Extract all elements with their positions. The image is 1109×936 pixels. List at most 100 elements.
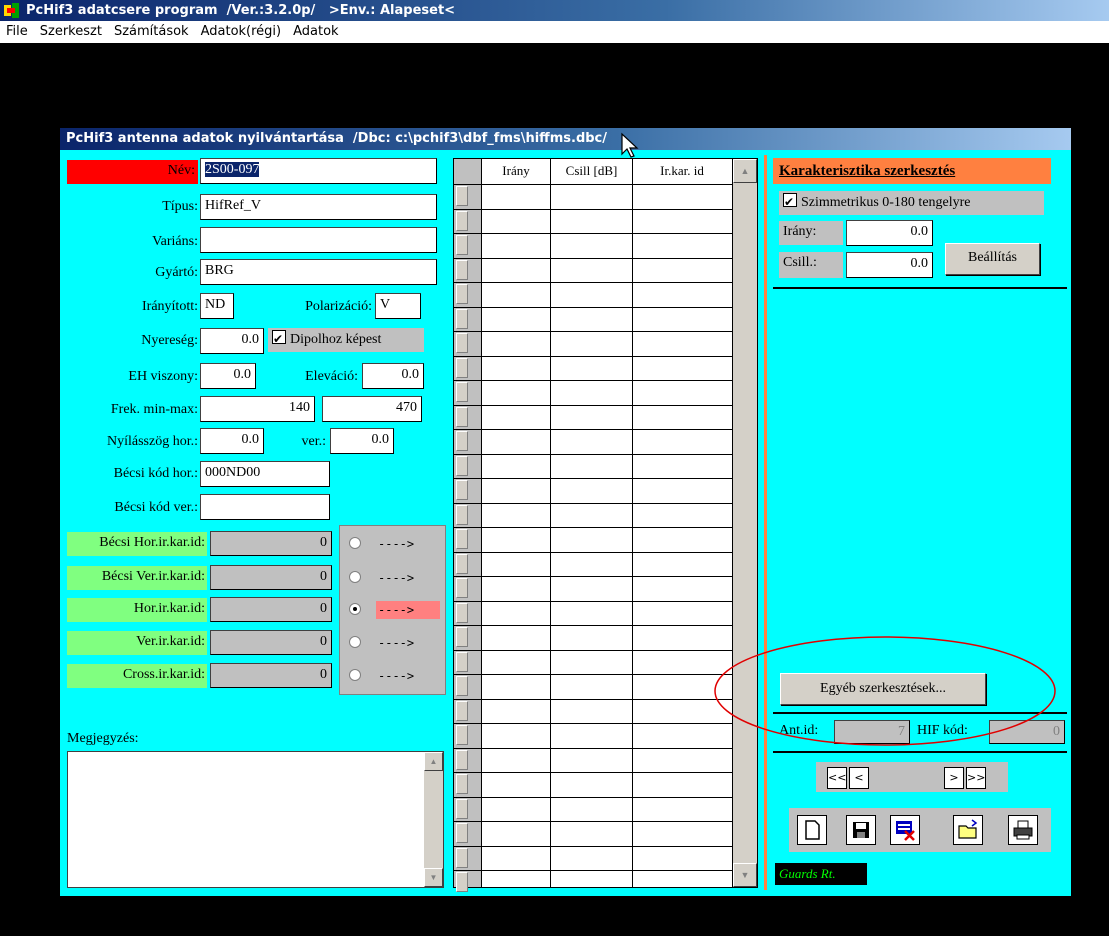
nyilas-ver-field[interactable]: 0.0	[330, 428, 394, 454]
app-logo-icon	[4, 3, 19, 18]
scroll-up-icon[interactable]: ▲	[424, 752, 443, 771]
csill-field[interactable]: 0.0	[846, 252, 933, 278]
karid-arrow-button[interactable]: ---->	[376, 667, 440, 685]
open-button[interactable]	[953, 815, 983, 845]
row-selector[interactable]	[456, 823, 468, 843]
nav-prev-button[interactable]: <	[849, 767, 869, 789]
row-selector[interactable]	[456, 284, 468, 304]
row-selector[interactable]	[456, 382, 468, 402]
karid-value[interactable]: 0	[210, 531, 332, 556]
gyarto-field[interactable]: BRG	[200, 259, 437, 285]
grid-row-line	[454, 674, 733, 675]
grid-column-line	[481, 159, 482, 887]
delete-button[interactable]	[890, 815, 920, 845]
nyilas-hor-field[interactable]: 0.0	[200, 428, 264, 454]
row-selector[interactable]	[456, 872, 468, 892]
row-selector[interactable]	[456, 235, 468, 255]
karid-radio[interactable]	[349, 571, 361, 583]
nav-next-button[interactable]: >	[944, 767, 964, 789]
nev-label: Név:	[67, 160, 198, 184]
col-header-irany[interactable]: Irány	[482, 160, 550, 182]
row-selector[interactable]	[456, 505, 468, 525]
karid-radio[interactable]	[349, 669, 361, 681]
row-selector[interactable]	[456, 309, 468, 329]
nyilas-label: Nyílásszög hor.:	[107, 434, 198, 449]
grid-row-line	[454, 576, 733, 577]
becsi-ver-field[interactable]	[200, 494, 330, 520]
table-scrollbar[interactable]	[733, 159, 757, 887]
karid-radio[interactable]	[349, 636, 361, 648]
karakterisztika-header: Karakterisztika szerkesztés	[773, 158, 1051, 184]
nav-first-button[interactable]: <<	[827, 767, 847, 789]
karid-arrow-button[interactable]: ---->	[376, 634, 440, 652]
scroll-down-icon[interactable]: ▼	[424, 868, 443, 887]
col-header-csill[interactable]: Csill [dB]	[551, 160, 632, 182]
save-button[interactable]	[846, 815, 876, 845]
karid-arrow-button[interactable]: ---->	[376, 569, 440, 587]
row-selector[interactable]	[456, 186, 468, 206]
menu-szerkeszt[interactable]: Szerkeszt	[34, 21, 108, 43]
irany-field[interactable]: 0.0	[846, 220, 933, 246]
row-selector[interactable]	[456, 725, 468, 745]
row-selector[interactable]	[456, 652, 468, 672]
row-selector[interactable]	[456, 578, 468, 598]
row-selector[interactable]	[456, 456, 468, 476]
row-selector[interactable]	[456, 848, 468, 868]
table-scroll-up-icon[interactable]: ▲	[733, 159, 757, 183]
menu-file[interactable]: File	[0, 21, 34, 43]
row-selector[interactable]	[456, 701, 468, 721]
beallitas-button[interactable]: Beállítás	[945, 243, 1040, 275]
app-title-bar: PcHif3 adatcsere program /Ver.:3.2.0p/ >…	[0, 0, 1109, 21]
row-selector[interactable]	[456, 480, 468, 500]
row-selector[interactable]	[456, 627, 468, 647]
row-selector[interactable]	[456, 603, 468, 623]
megjegyzes-textarea[interactable]	[67, 751, 444, 888]
megjegyzes-scrollbar[interactable]	[424, 752, 443, 887]
karid-radio[interactable]	[349, 603, 361, 615]
row-selector[interactable]	[456, 554, 468, 574]
tipus-field[interactable]: HifRef_V	[200, 194, 437, 220]
frek-max-field[interactable]: 470	[322, 396, 422, 422]
row-selector[interactable]	[456, 676, 468, 696]
karid-arrow-button[interactable]: ---->	[376, 601, 440, 619]
karid-value[interactable]: 0	[210, 663, 332, 688]
row-selector[interactable]	[456, 431, 468, 451]
karid-arrow-button[interactable]: ---->	[376, 535, 440, 553]
polarizacio-field[interactable]: V	[375, 293, 421, 319]
varians-field[interactable]	[200, 227, 437, 253]
frek-min-field[interactable]: 140	[200, 396, 315, 422]
row-selector[interactable]	[456, 529, 468, 549]
print-button[interactable]	[1008, 815, 1038, 845]
karid-value[interactable]: 0	[210, 597, 332, 622]
iranyitott-field[interactable]: ND	[200, 293, 234, 319]
new-button[interactable]	[797, 815, 827, 845]
szimmetrikus-checkbox[interactable]: Szimmetrikus 0-180 tengelyre	[779, 190, 1044, 215]
nev-field[interactable]: 2S00-097	[200, 158, 437, 184]
menu-adatok-regi[interactable]: Adatok(régi)	[195, 21, 288, 43]
row-selector[interactable]	[456, 750, 468, 770]
nav-last-button[interactable]: >>	[966, 767, 986, 789]
dipol-checkbox[interactable]: Dipolhoz képest	[268, 327, 424, 352]
gyarto-label: Gyártó:	[155, 265, 198, 280]
eh-field[interactable]: 0.0	[200, 363, 256, 389]
table-scroll-down-icon[interactable]: ▼	[733, 863, 757, 887]
karid-value[interactable]: 0	[210, 565, 332, 590]
nyereseg-field[interactable]: 0.0	[200, 328, 264, 354]
row-selector[interactable]	[456, 333, 468, 353]
row-selector[interactable]	[456, 211, 468, 231]
menu-szamitasok[interactable]: Számítások	[108, 21, 195, 43]
karid-value[interactable]: 0	[210, 630, 332, 655]
col-header-irkarid[interactable]: Ir.kar. id	[633, 160, 731, 182]
menu-adatok[interactable]: Adatok	[287, 21, 344, 43]
elevacio-field[interactable]: 0.0	[362, 363, 424, 389]
row-selector[interactable]	[456, 799, 468, 819]
row-selector[interactable]	[456, 260, 468, 280]
becsi-hor-field[interactable]: 000ND00	[200, 461, 330, 487]
grid-row-line	[454, 527, 733, 528]
row-selector[interactable]	[456, 774, 468, 794]
grid-row-line	[454, 282, 733, 283]
row-selector[interactable]	[456, 358, 468, 378]
row-selector[interactable]	[456, 407, 468, 427]
karid-radio[interactable]	[349, 537, 361, 549]
karid-label: Bécsi Hor.ir.kar.id:	[67, 532, 207, 556]
